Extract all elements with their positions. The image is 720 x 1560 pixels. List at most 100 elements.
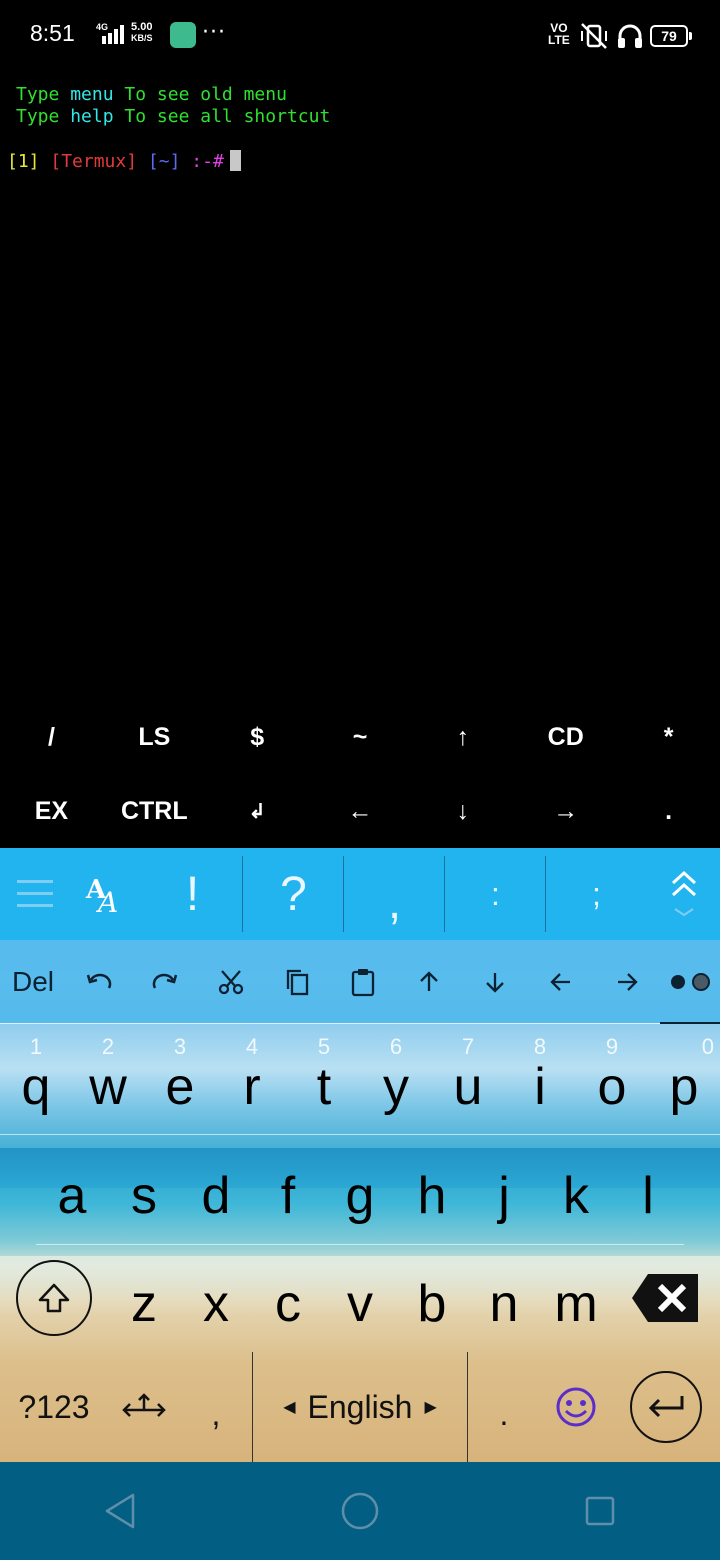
extra-key-ctrl[interactable]: CTRL <box>103 774 206 848</box>
key-label: n <box>489 1275 519 1333</box>
spacebar-key[interactable]: ◀ English ▶ <box>252 1352 468 1462</box>
key-m[interactable]: m <box>540 1244 612 1352</box>
emoji-key[interactable] <box>540 1352 612 1462</box>
recents-square-icon <box>585 1496 615 1526</box>
key-label: w <box>89 1058 127 1116</box>
terminal-output[interactable]: Type menu To see old menu Type help To s… <box>0 72 720 704</box>
key-h[interactable]: h <box>396 1136 468 1244</box>
key-f[interactable]: f <box>252 1136 324 1244</box>
key-e[interactable]: 3e <box>144 1026 216 1136</box>
key-hint: 0 <box>701 1034 714 1059</box>
key-s[interactable]: s <box>108 1136 180 1244</box>
key-n[interactable]: n <box>468 1244 540 1352</box>
scissors-icon <box>218 970 244 995</box>
key-label: k <box>563 1167 589 1225</box>
redo-button[interactable] <box>132 940 198 1024</box>
key-hint: 4 <box>245 1034 259 1059</box>
key-k[interactable]: k <box>540 1136 612 1244</box>
menu-button[interactable] <box>0 848 70 940</box>
extra-key-slash[interactable]: / <box>0 700 103 774</box>
extra-key-asterisk[interactable]: * <box>617 700 720 774</box>
key-i[interactable]: 8i <box>504 1026 576 1136</box>
key-label: e <box>165 1058 195 1116</box>
cursor-up-button[interactable] <box>396 940 462 1024</box>
paste-button[interactable] <box>330 940 396 1024</box>
period-key[interactable]: . <box>468 1352 540 1462</box>
key-g[interactable]: g <box>324 1136 396 1244</box>
home-circle-icon <box>341 1492 379 1530</box>
recents-button[interactable] <box>480 1462 720 1560</box>
suggestion-question[interactable]: ? <box>243 848 344 940</box>
key-v[interactable]: v <box>324 1244 396 1352</box>
keyboard-switch-key[interactable] <box>108 1352 180 1462</box>
toolbar-page-indicator[interactable] <box>660 940 720 1024</box>
extra-key-period[interactable]: . <box>617 774 720 848</box>
extra-key-dollar[interactable]: $ <box>206 700 309 774</box>
vibrate-mute-icon <box>581 23 607 49</box>
backspace-key[interactable] <box>612 1244 720 1352</box>
volte-icon: VO LTE <box>548 22 570 46</box>
emoji-icon <box>556 1387 596 1427</box>
key-label: h <box>417 1167 447 1225</box>
suggestion-semicolon[interactable]: ; <box>546 848 647 940</box>
status-time: 8:51 <box>30 20 75 46</box>
language-prev-icon: ◀ <box>283 1399 296 1416</box>
key-a[interactable]: a <box>36 1136 108 1244</box>
cursor-down-button[interactable] <box>462 940 528 1024</box>
key-row-1: 1q 2w 3e 4r 5t 6y 7u 8i 9o 0p <box>0 1026 720 1136</box>
extra-key-down[interactable]: ↓ <box>411 774 514 848</box>
extra-key-cd[interactable]: CD <box>514 700 617 774</box>
enter-key[interactable] <box>612 1352 720 1462</box>
key-p[interactable]: 0p <box>648 1026 720 1136</box>
copy-button[interactable] <box>264 940 330 1024</box>
suggestion-colon[interactable]: : <box>445 848 546 940</box>
extra-key-tilde[interactable]: ~ <box>309 700 412 774</box>
key-t[interactable]: 5t <box>288 1026 360 1136</box>
shift-key[interactable] <box>0 1244 108 1352</box>
key-row-3: z x c v b n m <box>0 1244 720 1352</box>
extra-key-ls[interactable]: LS <box>103 700 206 774</box>
key-x[interactable]: x <box>180 1244 252 1352</box>
prompt-directory: [~] <box>147 151 181 172</box>
key-c[interactable]: c <box>252 1244 324 1352</box>
comma-key[interactable]: , <box>180 1352 252 1462</box>
key-z[interactable]: z <box>108 1244 180 1352</box>
back-button[interactable] <box>0 1462 240 1560</box>
key-hint: 6 <box>389 1034 403 1059</box>
expand-toolbar-button[interactable] <box>647 848 720 940</box>
key-l[interactable]: l <box>612 1136 684 1244</box>
key-b[interactable]: b <box>396 1244 468 1352</box>
key-w[interactable]: 2w <box>72 1026 144 1136</box>
cursor-right-button[interactable] <box>594 940 660 1024</box>
key-r[interactable]: 4r <box>216 1026 288 1136</box>
key-u[interactable]: 7u <box>432 1026 504 1136</box>
suggestion-exclaim[interactable]: ! <box>142 848 243 940</box>
home-button[interactable] <box>240 1462 480 1560</box>
key-label: d <box>201 1167 231 1225</box>
terminal-text: To see all shortcut <box>113 106 331 127</box>
key-label: b <box>417 1275 447 1333</box>
extra-key-enter[interactable]: ↲ <box>206 774 309 848</box>
cut-button[interactable] <box>198 940 264 1024</box>
key-q[interactable]: 1q <box>0 1026 72 1136</box>
extra-key-left[interactable]: ← <box>309 774 412 848</box>
terminal-command-word: help <box>70 106 114 127</box>
extra-key-ex[interactable]: EX <box>0 774 103 848</box>
extra-key-right[interactable]: → <box>514 774 617 848</box>
delete-word-button[interactable]: Del <box>0 940 66 1024</box>
arrow-down-icon <box>486 973 504 993</box>
key-j[interactable]: j <box>468 1136 540 1244</box>
suggestion-comma[interactable]: , <box>344 848 445 940</box>
key-d[interactable]: d <box>180 1136 252 1244</box>
undo-button[interactable] <box>66 940 132 1024</box>
cursor-left-button[interactable] <box>528 940 594 1024</box>
key-o[interactable]: 9o <box>576 1026 648 1136</box>
font-style-button[interactable]: A A <box>70 848 142 940</box>
symbols-key[interactable]: ?123 <box>0 1352 108 1462</box>
suggestion-label: , <box>387 875 402 929</box>
key-y[interactable]: 6y <box>360 1026 432 1136</box>
svg-text:A: A <box>95 886 118 916</box>
shift-button <box>16 1260 92 1336</box>
extra-key-up[interactable]: ↑ <box>411 700 514 774</box>
key-hint: 2 <box>101 1034 115 1059</box>
